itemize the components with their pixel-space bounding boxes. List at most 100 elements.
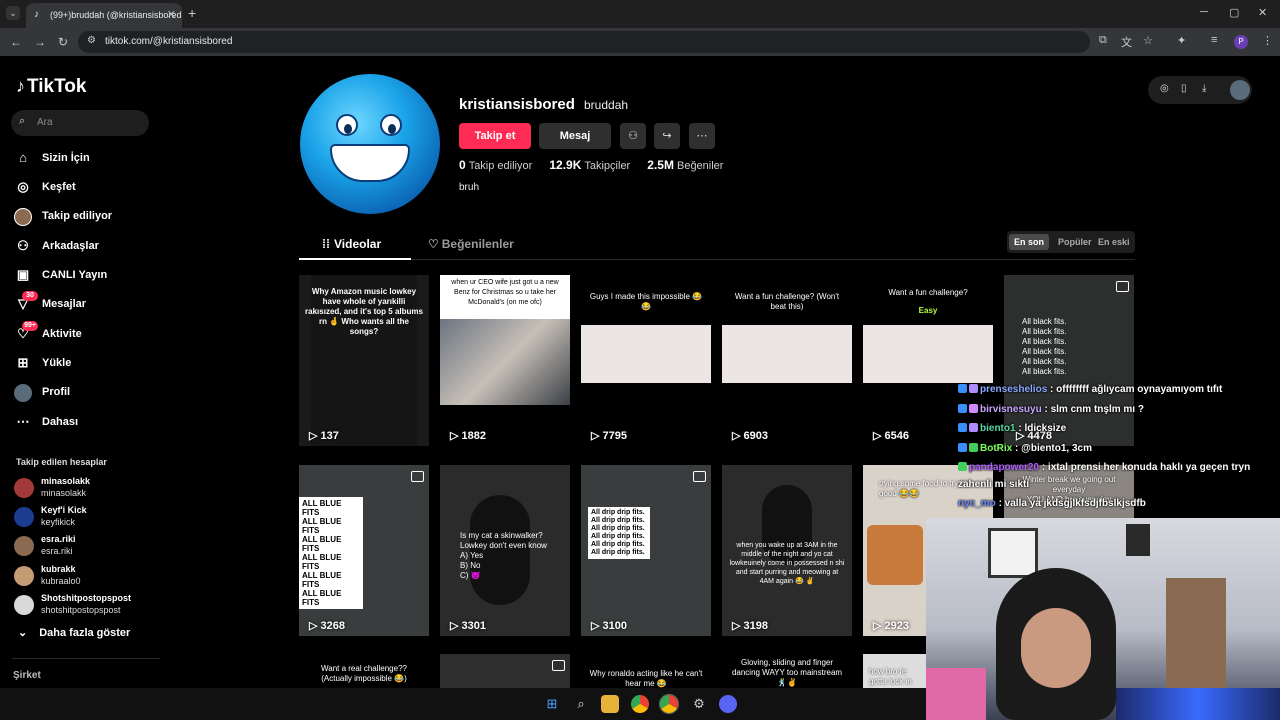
- play-icon: ▷: [309, 620, 321, 632]
- close-window-icon[interactable]: ✕: [1258, 6, 1267, 19]
- nav-profile[interactable]: Profil: [14, 382, 154, 404]
- suggested-accounts-icon[interactable]: ⚇: [620, 123, 646, 149]
- nav-friends[interactable]: ⚇ Arkadaşlar: [14, 236, 154, 258]
- browser-profile-avatar[interactable]: P: [1234, 35, 1248, 49]
- followed-account[interactable]: minasolakk minasolakk: [14, 476, 154, 502]
- video-card[interactable]: All black fits. All black fits. All blac…: [1004, 275, 1134, 446]
- webcam-overlay: [926, 518, 1280, 720]
- tab-list-icon[interactable]: ⌄: [6, 6, 20, 20]
- extensions-icon[interactable]: ✦: [1177, 34, 1186, 47]
- tab-liked[interactable]: ♡ Beğenilenler: [428, 237, 514, 251]
- reload-icon[interactable]: ↻: [58, 35, 68, 49]
- video-card[interactable]: Gloving, sliding and finger dancing WAYY…: [722, 654, 852, 688]
- video-caption: Is my cat a skinwalker? Lowkey don't eve…: [460, 531, 547, 580]
- coins-icon[interactable]: ◎: [1160, 83, 1169, 94]
- video-card[interactable]: ALL BLUE FITS ALL BLUE FITS ALL BLUE FIT…: [299, 465, 429, 636]
- video-card[interactable]: [440, 654, 570, 688]
- nav-activity[interactable]: ♡ 99+ Aktivite: [14, 321, 154, 346]
- new-tab-icon[interactable]: +: [188, 5, 196, 21]
- chrome-active-icon[interactable]: [659, 694, 679, 714]
- wall-poster: [988, 528, 1038, 578]
- video-card[interactable]: Want a fun challenge? Easy ▷ 6546: [863, 275, 993, 446]
- video-card[interactable]: when you wake up at 3AM in the middle of…: [722, 465, 852, 636]
- file-explorer-icon[interactable]: [601, 695, 619, 713]
- nav-label: Arkadaşlar: [42, 240, 99, 252]
- video-card[interactable]: Why ronaldo acting like he can't hear me…: [581, 654, 711, 688]
- chat-badge-icon: [969, 384, 978, 393]
- translate-icon[interactable]: 文: [1121, 34, 1132, 50]
- address-bar[interactable]: ⚙ tiktok.com/@kristiansisbored: [78, 31, 1090, 53]
- video-card[interactable]: Want a real challenge?? (Actually imposs…: [299, 654, 429, 688]
- mobile-icon[interactable]: ▯: [1181, 83, 1187, 94]
- company-link[interactable]: Şirket: [13, 670, 41, 681]
- video-card[interactable]: Is my cat a skinwalker? Lowkey don't eve…: [440, 465, 570, 636]
- minimize-icon[interactable]: ─: [1200, 6, 1208, 18]
- tab-videos[interactable]: ⁞⁞ Videolar: [322, 237, 381, 251]
- stat-following[interactable]: 0 Takip ediliyor: [459, 158, 532, 172]
- divider: [12, 658, 160, 659]
- tiktok-logo[interactable]: ♪ TikTok: [16, 76, 86, 98]
- windows-start-icon[interactable]: ⊞: [543, 695, 561, 713]
- sort-latest[interactable]: En son: [1009, 234, 1050, 250]
- chat-badge-icon: [958, 384, 967, 393]
- discord-icon[interactable]: [719, 695, 737, 713]
- show-more-accounts-button[interactable]: ⌄ Daha fazla göster: [18, 626, 130, 639]
- message-button[interactable]: Mesaj: [539, 123, 611, 149]
- browser-tab[interactable]: ♪ (99+)bruddah (@kristiansisbored ✕: [26, 3, 182, 28]
- share-icon[interactable]: ↪: [654, 123, 680, 149]
- user-avatar[interactable]: [1230, 80, 1250, 100]
- video-card[interactable]: Want a fun challenge? (Won't beat this) …: [722, 275, 852, 446]
- live-icon: ▣: [16, 267, 30, 282]
- video-card[interactable]: All drip drip fits. All drip drip fits. …: [581, 465, 711, 636]
- follow-button[interactable]: Takip et: [459, 123, 531, 149]
- nav-upload[interactable]: ⊞ Yükle: [14, 353, 154, 375]
- sort-popular[interactable]: Popüler: [1053, 234, 1097, 250]
- nav-messages[interactable]: ▽ 30 Mesajlar: [14, 291, 154, 316]
- grid-icon: ⁞⁞: [322, 237, 330, 251]
- video-card[interactable]: Why Amazon music lowkey have whole of ya…: [299, 275, 429, 446]
- search-input[interactable]: ⌕ Ara: [11, 110, 149, 136]
- nav-following[interactable]: Takip ediliyor: [14, 206, 154, 228]
- chat-badge-icon: [958, 443, 967, 452]
- back-icon[interactable]: ←: [10, 35, 22, 49]
- more-options-icon[interactable]: ⋯: [689, 123, 715, 149]
- cat-tree: [1166, 578, 1226, 698]
- maximize-icon[interactable]: ▢: [1229, 6, 1239, 19]
- download-icon[interactable]: ⤓: [1202, 83, 1206, 94]
- nav-explore[interactable]: ◎ Keşfet: [14, 177, 154, 199]
- nav-for-you[interactable]: ⌂ Sizin İçin: [14, 148, 154, 170]
- account-handle: shotshitpostopspost: [41, 605, 121, 615]
- followed-account[interactable]: esra.riki esra.riki: [14, 534, 154, 560]
- chrome-icon[interactable]: [631, 695, 649, 713]
- tiktok-favicon-icon: ♪: [34, 9, 39, 20]
- video-card[interactable]: when ur CEO wife just got u a new Benz f…: [440, 275, 570, 446]
- site-info-icon[interactable]: ⚙: [87, 35, 96, 46]
- sort-oldest[interactable]: En eski: [1093, 234, 1135, 250]
- video-card[interactable]: Guys I made this impossible 😂😂 ▷ 7795: [581, 275, 711, 446]
- bookmark-star-icon[interactable]: ☆: [1143, 34, 1153, 47]
- install-app-icon[interactable]: ⧉: [1099, 34, 1107, 47]
- search-icon: ⌕: [19, 115, 26, 127]
- forward-icon[interactable]: →: [34, 35, 46, 49]
- stat-followers[interactable]: 12.9K Takipçiler: [549, 158, 630, 172]
- close-tab-icon[interactable]: ✕: [167, 8, 176, 21]
- followed-account[interactable]: kubrakk kubraalo0: [14, 564, 154, 590]
- nav-live[interactable]: ▣ CANLI Yayın: [14, 265, 154, 287]
- app-icon[interactable]: ⚙: [690, 695, 708, 713]
- nav-more[interactable]: ⋯ Dahası: [14, 412, 154, 434]
- nav-label: Yükle: [42, 357, 72, 369]
- browser-menu-icon[interactable]: ⋮: [1262, 34, 1273, 47]
- followed-account[interactable]: Keyf'i Kick keyfikick: [14, 505, 154, 531]
- video-caption: Guys I made this impossible 😂😂: [589, 292, 703, 311]
- media-controls-icon[interactable]: ≡: [1211, 34, 1217, 46]
- followed-account[interactable]: Shotshitpostopspost shotshitpostopspost: [14, 593, 154, 619]
- chat-username: biento1: [980, 423, 1016, 434]
- video-card[interactable]: how bro fe gotta lock in: [863, 654, 926, 688]
- stat-value: 2.5M: [647, 158, 674, 172]
- nav-label: CANLI Yayın: [42, 269, 108, 281]
- view-count: ▷ 3100: [591, 620, 627, 632]
- profile-icon: [14, 384, 32, 402]
- video-caption: Why Amazon music lowkey have whole of ya…: [305, 287, 423, 336]
- search-icon[interactable]: ⌕: [572, 695, 590, 713]
- video-thumbnail: [722, 325, 852, 383]
